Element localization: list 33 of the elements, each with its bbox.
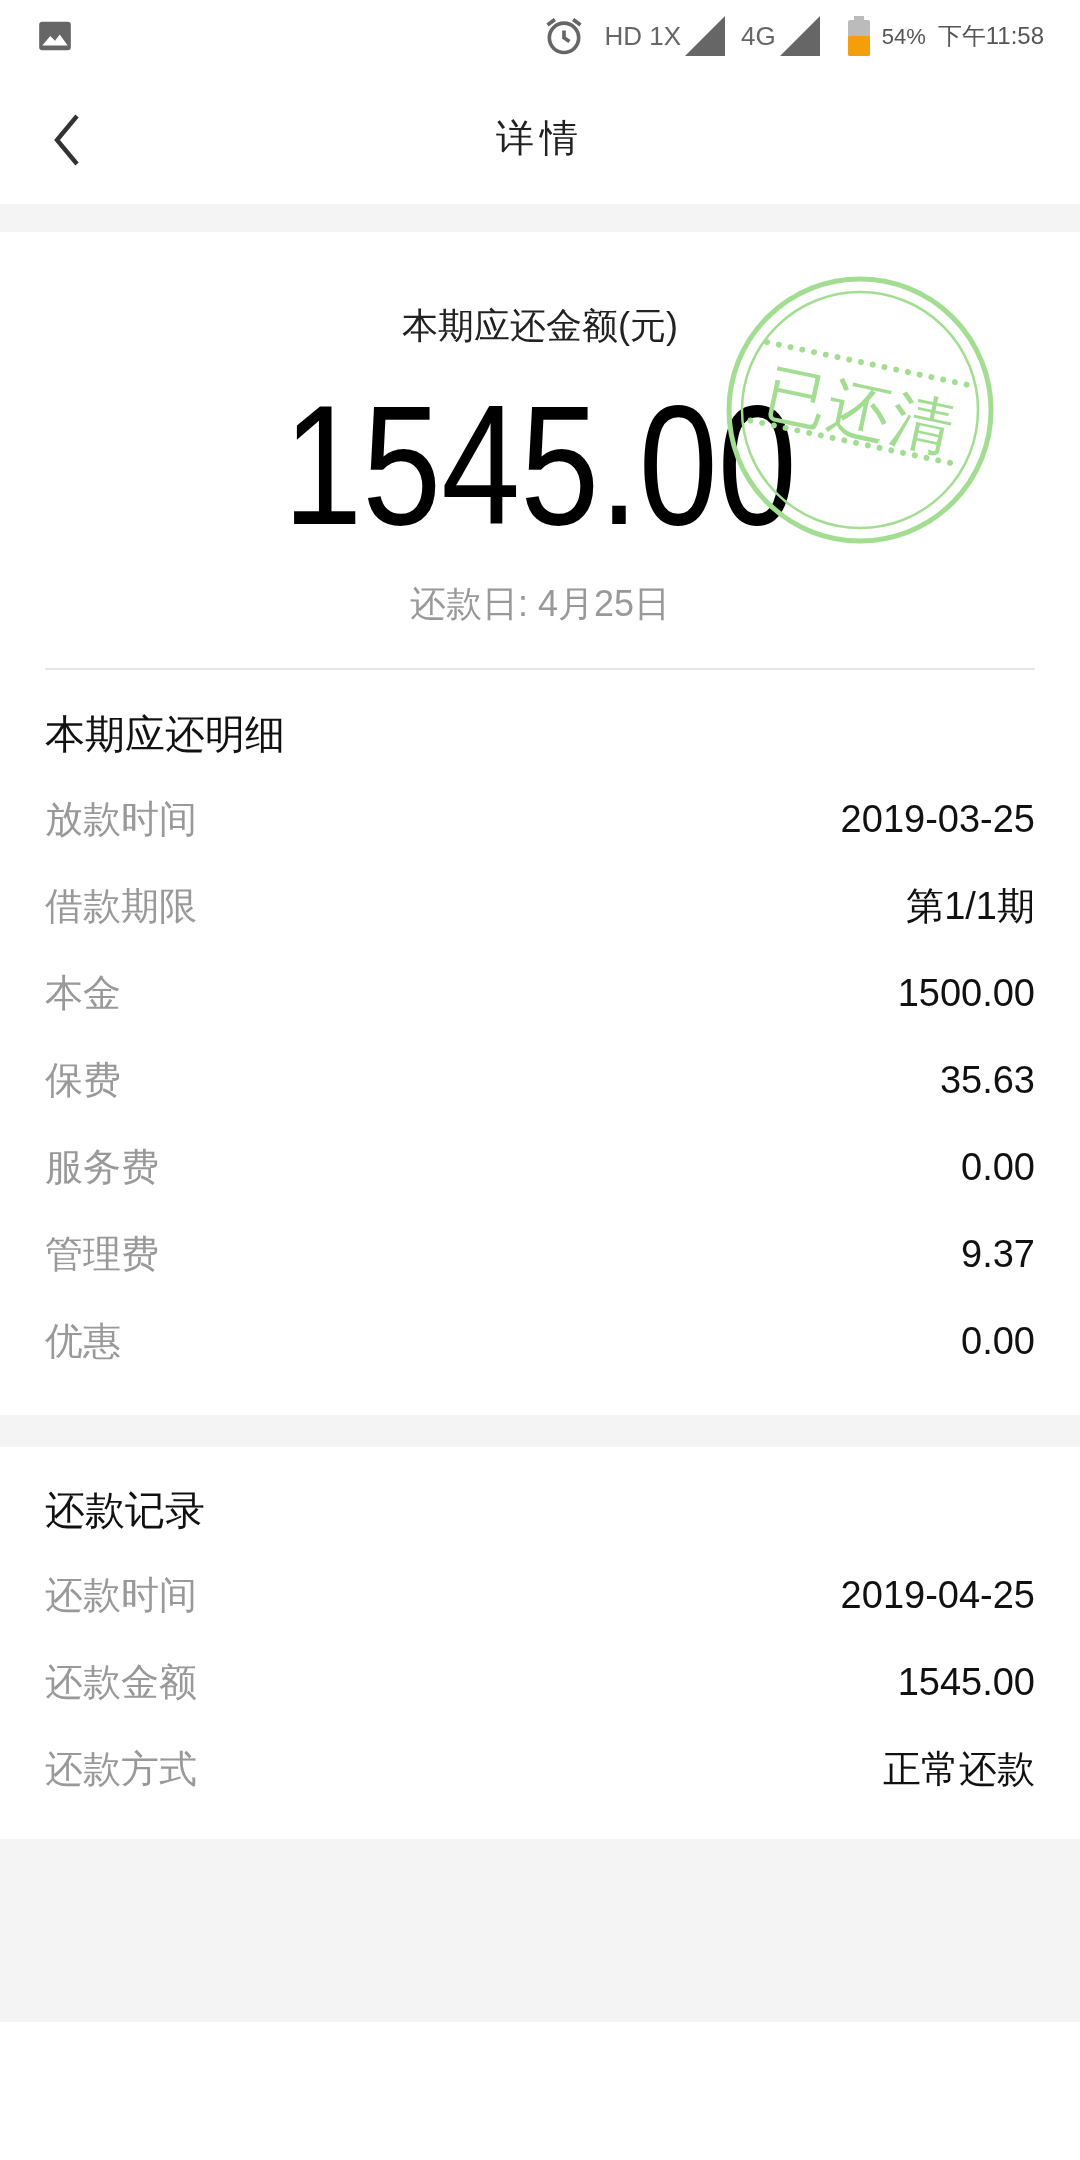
row-label: 服务费 [45,1145,159,1190]
row-label: 放款时间 [45,797,197,842]
row-value: 35.63 [939,1058,1035,1103]
signal-icon [779,16,820,56]
row-label: 本金 [45,971,121,1016]
row-value: 1545.00 [897,1660,1035,1705]
row-value: 0.00 [961,1145,1035,1190]
row-label: 还款方式 [45,1747,197,1792]
due-date: 还款日: 4月25日 [409,582,671,626]
back-icon [53,114,79,166]
clock-time: 下午11:58 [937,21,1044,51]
row-value: 2019-03-25 [840,797,1035,842]
row-label: 还款金额 [45,1660,197,1705]
row-label: 优惠 [45,1319,121,1364]
row-label: 还款时间 [45,1573,197,1618]
row-label: 借款期限 [45,884,197,929]
signal-icon [685,16,725,56]
row-value: 正常还款 [883,1747,1035,1792]
network-label: 4G [741,19,776,53]
row-value: 0.00 [961,1319,1035,1364]
section-title: 还款记录 [45,1487,206,1534]
section-title: 本期应还明细 [45,711,286,758]
row-value: 第1/1期 [906,884,1035,929]
battery-percent: 54% [881,22,926,51]
amount-label: 本期应还金额(元) [402,304,678,348]
row-value: 1500.00 [897,971,1035,1016]
network-label: HD 1X [604,19,681,53]
row-value: 2019-04-25 [840,1573,1035,1618]
row-value: 9.37 [961,1232,1035,1277]
page-title: 详情 [496,115,584,161]
battery-icon [847,16,870,56]
row-label: 管理费 [45,1232,159,1277]
row-label: 保费 [45,1058,121,1103]
